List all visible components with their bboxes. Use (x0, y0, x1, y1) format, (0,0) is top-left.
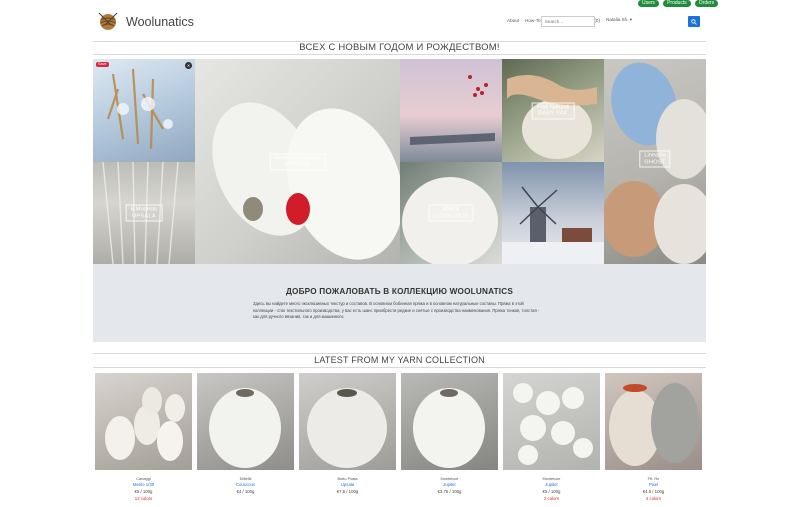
cone-image (413, 388, 485, 468)
product-price: €4.5 / 100g (642, 489, 665, 494)
tile-skeins[interactable] (604, 162, 706, 264)
product-card[interactable]: Ftt. Re Pixel €4.5 / 100g 4 colors (605, 373, 702, 507)
welcome-text: Здесь вы найдете много эксклюзивных текс… (253, 301, 540, 320)
brand-name[interactable]: Woolunatics (126, 15, 194, 29)
product-card[interactable]: Millefili Couscous €4 / 100g (197, 373, 294, 507)
product-image[interactable] (197, 373, 294, 470)
yarn-mosaic-gallery: Save ✕ Monteluce (Japan) JUPITER Filati N… (93, 59, 706, 264)
product-brand: Cariaggi (136, 476, 151, 481)
product-name[interactable]: Upsala (299, 482, 396, 487)
tile-label: B.Modesto UPSALA (125, 204, 163, 222)
product-card[interactable]: Monteluce Jupiter €3.75 / 100g (401, 373, 498, 507)
product-colors: 13 colors (134, 496, 153, 501)
site-header: Woolunatics About How-To Order Collectio… (93, 0, 706, 42)
latest-title: LATEST FROM MY YARN COLLECTION (314, 355, 485, 365)
product-brand: Monteluce (440, 476, 459, 481)
product-image[interactable] (605, 373, 702, 470)
product-name[interactable]: Merilo 1/30 (95, 482, 192, 487)
nav-about[interactable]: About (507, 18, 519, 23)
welcome-section: ДОБРО ПОЖАЛОВАТЬ В КОЛЛЕКЦИЮ WOOLUNATICS… (93, 264, 706, 342)
windmill-image (502, 186, 604, 264)
product-price: €4 / 100g (236, 489, 255, 494)
tile-millefili-couscous[interactable]: Millefili COUSCOUS (400, 162, 502, 264)
banner-divider (93, 54, 706, 55)
berries-image (410, 75, 495, 145)
tile-label: Monteluce (Japan) JUPITER (269, 153, 326, 170)
product-image[interactable] (503, 373, 600, 470)
tile-winter-windmill[interactable] (502, 162, 604, 264)
product-image[interactable] (299, 373, 396, 470)
product-brand: Millefili (239, 476, 252, 481)
tile-label: Filati Naturali BABY YAK (531, 102, 575, 119)
product-card[interactable]: Cariaggi Merilo 1/30 €5 / 100g 13 colors (95, 373, 192, 507)
product-colors: 2 colors (543, 496, 560, 501)
tile-monteluce-jupiter[interactable]: Monteluce (Japan) JUPITER (195, 59, 400, 264)
product-name[interactable]: Pixel (605, 482, 702, 487)
product-colors: 4 colors (645, 496, 662, 501)
search-icon (691, 18, 697, 25)
product-card[interactable]: Monteluce Jupiter €5 / 100g 2 colors (503, 373, 600, 507)
product-price: €3.75 / 100g (437, 489, 462, 494)
tile-label: Millefili COUSCOUS (428, 204, 474, 222)
pin-icon[interactable]: ✕ (185, 62, 192, 69)
tile-frost-branches[interactable]: Save ✕ (93, 59, 195, 162)
product-card[interactable]: Botto Poala Upsala €7.5 / 100g (299, 373, 396, 507)
search-button[interactable] (688, 16, 700, 27)
yarn-ball-logo-icon[interactable] (97, 11, 119, 31)
cart-count: (0) (594, 17, 600, 23)
latest-divider-bottom (93, 367, 706, 368)
save-badge[interactable]: Save (96, 62, 109, 67)
banner-title: ВСЕХ С НОВЫМ ГОДОМ И РОЖДЕСТВОМ! (299, 42, 500, 53)
cones-image (105, 387, 185, 461)
product-name[interactable]: Jupiter (503, 482, 600, 487)
product-brand: Botto Poala (337, 476, 358, 481)
product-brand: Monteluce (542, 476, 561, 481)
frost-branch-image (106, 68, 173, 150)
product-image[interactable] (95, 373, 192, 470)
tile-b-modesto-upsala[interactable]: B.Modesto UPSALA (93, 162, 195, 264)
search-input[interactable] (541, 16, 595, 27)
product-image[interactable] (401, 373, 498, 470)
product-name[interactable]: Couscous (197, 482, 294, 487)
cone-image (209, 388, 281, 468)
product-price: €7.5 / 100g (336, 489, 359, 494)
product-grid: Cariaggi Merilo 1/30 €5 / 100g 13 colors… (95, 373, 705, 507)
latest-divider-top (93, 353, 706, 354)
product-brand: Ftt. Re (647, 476, 660, 481)
welcome-title: ДОБРО ПОЖАЛОВАТЬ В КОЛЛЕКЦИЮ WOOLUNATICS (285, 287, 514, 296)
product-name[interactable]: Jupiter (401, 482, 498, 487)
tile-filati-naturali-baby-yak[interactable]: Filati Naturali BABY YAK (502, 59, 604, 162)
nav-user-dropdown[interactable]: Natalia Sh. ▾ (606, 17, 632, 23)
cone-image (307, 388, 387, 468)
yarn-texture-image (513, 383, 593, 465)
pixel-cones-image (609, 383, 699, 466)
product-price: €5 / 100g (134, 489, 153, 494)
product-price: €5 / 100g (542, 489, 561, 494)
tile-winter-berries[interactable] (400, 59, 502, 162)
